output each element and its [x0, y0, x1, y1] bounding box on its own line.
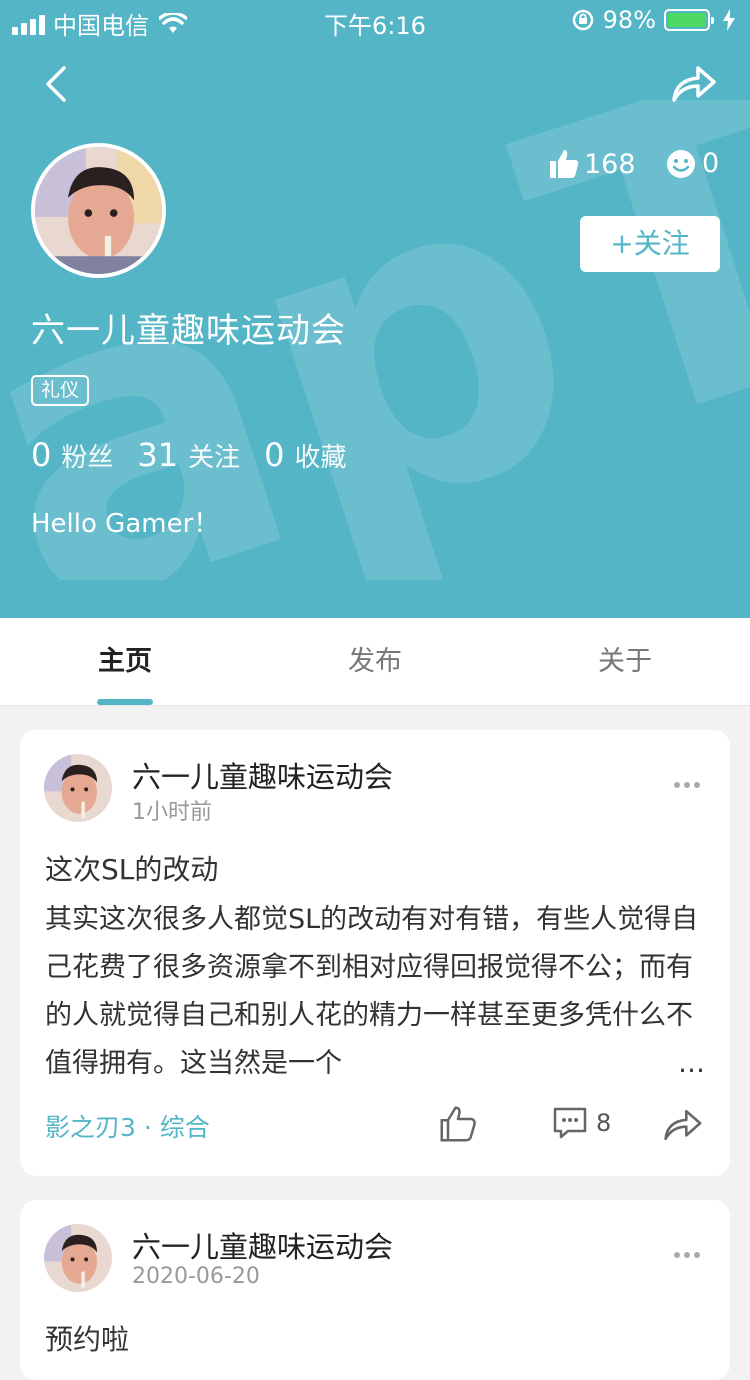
post-footer: 影之刃3 · 综合 8	[20, 1102, 730, 1152]
post-author[interactable]: 六一儿童趣味运动会	[132, 1224, 393, 1266]
author-avatar[interactable]	[44, 1224, 112, 1292]
post-body[interactable]: 其实这次很多人都觉SL的改动有对有错，有些人觉得自己花费了很多资源拿不到相对应得…	[45, 896, 705, 1088]
thumbs-up-icon[interactable]	[438, 1104, 478, 1144]
tab-about[interactable]: 关于	[500, 618, 750, 706]
comment-icon	[553, 1107, 587, 1139]
more-icon[interactable]	[674, 1252, 700, 1258]
author-avatar-image	[44, 1224, 112, 1292]
author-avatar-image	[44, 754, 112, 822]
profile-stats: 0 粉丝 31 关注 0 收藏	[31, 436, 370, 474]
status-bar: 中国电信 下午6:16 98%	[0, 0, 750, 40]
battery-icon	[664, 9, 714, 31]
post-card[interactable]: 六一儿童趣味运动会 1小时前 这次SL的改动 其实这次很多人都觉SL的改动有对有…	[20, 730, 730, 1176]
post-body-ellipsis: …	[676, 1040, 705, 1088]
thumbs-up-icon	[550, 150, 579, 178]
profile-bio: Hello Gamer！	[31, 509, 220, 539]
comment-count: 8	[596, 1109, 612, 1137]
tab-posts-label: 发布	[348, 646, 402, 677]
favorites-label[interactable]: 收藏	[294, 437, 346, 474]
profile-header: apTap 中国电信 下午6:16 98% 168 0 +关注 六一儿童趣味运动…	[0, 0, 750, 618]
rotation-lock-icon	[572, 9, 593, 31]
tab-about-label: 关于	[598, 646, 652, 677]
tab-posts[interactable]: 发布	[250, 618, 500, 706]
back-button[interactable]	[36, 62, 80, 106]
active-tab-indicator	[97, 699, 153, 705]
tab-home-label: 主页	[98, 646, 152, 677]
share-icon[interactable]	[660, 1106, 704, 1144]
likes-count: 168	[584, 148, 636, 180]
emoji-counter[interactable]: 0	[666, 148, 719, 179]
profile-name: 六一儿童趣味运动会	[31, 311, 346, 351]
share-icon	[672, 66, 716, 102]
likes-counter[interactable]: 168	[548, 148, 636, 180]
tab-home[interactable]: 主页	[0, 618, 250, 706]
fans-label[interactable]: 粉丝	[61, 437, 113, 474]
charging-icon	[723, 9, 735, 31]
following-count[interactable]: 31	[137, 436, 178, 474]
more-icon[interactable]	[674, 782, 700, 788]
back-icon	[46, 66, 66, 102]
post-title[interactable]: 预约啦	[45, 1318, 129, 1358]
share-button[interactable]	[668, 62, 718, 106]
avatar-image	[35, 147, 162, 274]
post-body-text: 其实这次很多人都觉SL的改动有对有错，有些人觉得自己花费了很多资源拿不到相对应得…	[45, 904, 699, 1079]
post-title[interactable]: 这次SL的改动	[45, 848, 218, 888]
profile-avatar[interactable]	[31, 143, 166, 278]
profile-tabs: 主页 发布 关于	[0, 618, 750, 706]
post-card[interactable]: 六一儿童趣味运动会 2020-06-20 预约啦	[20, 1200, 730, 1380]
post-time: 1小时前	[132, 800, 212, 825]
favorites-count[interactable]: 0	[264, 436, 284, 474]
profile-tag: 礼仪	[31, 375, 90, 406]
game-tag[interactable]: 影之刃3 · 综合	[45, 1108, 210, 1144]
fans-count[interactable]: 0	[31, 436, 51, 474]
post-author[interactable]: 六一儿童趣味运动会	[132, 754, 393, 796]
post-time: 2020-06-20	[132, 1264, 260, 1289]
emoji-count: 0	[702, 148, 720, 179]
follow-button[interactable]: +关注	[580, 216, 720, 272]
comment-button[interactable]: 8	[552, 1106, 611, 1140]
author-avatar[interactable]	[44, 754, 112, 822]
following-label[interactable]: 关注	[188, 437, 240, 474]
battery-percent: 98%	[602, 6, 656, 34]
smile-icon	[667, 149, 695, 178]
